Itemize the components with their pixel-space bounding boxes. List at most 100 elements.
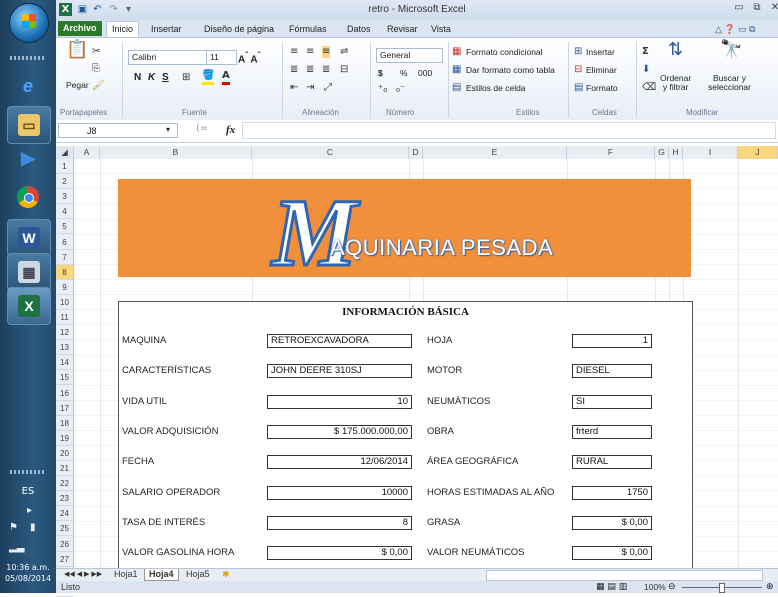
right-field-value[interactable]: DIESEL xyxy=(572,364,652,379)
align-center-icon[interactable]: ≣ xyxy=(306,64,314,76)
right-field-value[interactable]: RURAL xyxy=(572,455,652,470)
row-header[interactable]: 1 xyxy=(56,159,73,175)
sheet-tab-hoja5[interactable]: Hoja5 xyxy=(182,569,214,580)
row-header[interactable]: 12 xyxy=(56,325,73,341)
column-header[interactable]: G xyxy=(655,146,669,159)
right-field-value[interactable]: $ 0,00 xyxy=(572,515,652,530)
start-button[interactable] xyxy=(9,3,49,43)
increase-indent-icon[interactable]: ⇥ xyxy=(306,82,314,94)
right-field-value[interactable]: 1 xyxy=(572,334,652,348)
right-field-value[interactable]: 1750 xyxy=(572,485,652,500)
align-right-icon[interactable]: ≣ xyxy=(322,64,330,76)
right-field-value[interactable]: SI xyxy=(572,394,652,409)
left-field-value[interactable]: JOHN DEERE 310SJ xyxy=(267,364,412,379)
tab-vista[interactable]: Vista xyxy=(426,22,456,36)
row-header[interactable]: 22 xyxy=(56,476,73,492)
tab-revisar[interactable]: Revisar xyxy=(382,22,423,36)
restore-icon[interactable]: ⧉ xyxy=(750,2,764,16)
row-header[interactable]: 14 xyxy=(56,355,73,371)
find-select-button[interactable]: Buscar y seleccionar xyxy=(708,74,751,92)
minimize-icon[interactable]: ▭ xyxy=(732,2,746,16)
taskbar-calculator-app[interactable]: ▦ xyxy=(7,253,51,291)
sort-filter-button[interactable]: Ordenar y filtrar xyxy=(660,74,691,92)
zoom-out-icon[interactable]: ⊖ xyxy=(668,582,676,592)
row-header[interactable]: 16 xyxy=(56,386,73,401)
row-header[interactable]: 2 xyxy=(56,174,73,190)
taskbar-word-app[interactable]: W xyxy=(7,219,51,257)
right-field-value[interactable]: $ 0,00 xyxy=(572,546,652,561)
horizontal-scrollbar[interactable] xyxy=(486,570,763,581)
internet-explorer-icon[interactable]: e xyxy=(13,73,43,99)
tab-archivo[interactable]: Archivo xyxy=(58,21,102,36)
cancel-entry-icon[interactable]: (= xyxy=(196,123,208,134)
row-header[interactable]: 23 xyxy=(56,491,73,507)
clear-icon[interactable]: ⌫ xyxy=(642,82,656,94)
column-header[interactable]: C xyxy=(252,146,409,159)
chrome-icon[interactable] xyxy=(13,184,43,210)
column-header[interactable]: E xyxy=(423,146,567,159)
font-size-combo[interactable]: 11 xyxy=(206,50,237,65)
cut-icon[interactable]: ✂ xyxy=(92,46,100,58)
row-header[interactable]: 17 xyxy=(56,401,73,416)
left-field-value[interactable]: 12/06/2014 xyxy=(267,455,412,470)
fill-icon[interactable]: ⬇ xyxy=(642,64,650,76)
row-header[interactable]: 4 xyxy=(56,204,73,220)
left-field-value[interactable]: 10000 xyxy=(267,485,412,500)
row-header[interactable]: 8 xyxy=(56,264,73,280)
row-header[interactable]: 9 xyxy=(56,280,73,295)
zoom-in-icon[interactable]: ⊕ xyxy=(766,582,774,592)
orientation-icon[interactable]: ⤢ xyxy=(324,82,332,94)
worksheet-grid[interactable]: M AQUINARIA PESADA INFORMACIÓN BÁSICA MA… xyxy=(74,159,778,568)
insert-cells-button[interactable]: Insertar xyxy=(586,47,615,57)
row-header[interactable]: 11 xyxy=(56,310,73,326)
battery-icon[interactable]: ▮ xyxy=(30,522,36,533)
column-header[interactable]: I xyxy=(683,146,738,159)
column-header[interactable]: A xyxy=(74,146,100,159)
tab-diseno-pagina[interactable]: Diseño de página xyxy=(199,22,279,36)
row-header[interactable]: 27 xyxy=(56,552,73,567)
insert-function-button[interactable]: fx xyxy=(226,124,235,136)
align-top-icon[interactable]: ≡ xyxy=(290,46,298,58)
fill-color-icon[interactable]: 🪣 xyxy=(202,70,215,85)
column-header-selected[interactable]: J xyxy=(738,146,778,159)
increase-decimal-icon[interactable]: ⁺₀ xyxy=(378,84,387,96)
merge-center-icon[interactable]: ⊟ xyxy=(340,64,348,76)
align-middle-icon[interactable]: ≡ xyxy=(306,46,314,58)
column-header[interactable]: F xyxy=(567,146,655,159)
select-all-corner[interactable]: ◢ xyxy=(56,146,74,159)
row-header[interactable]: 5 xyxy=(56,219,73,235)
column-header[interactable]: B xyxy=(100,146,252,159)
row-header[interactable]: 19 xyxy=(56,431,73,446)
row-header[interactable]: 25 xyxy=(56,521,73,537)
name-box[interactable]: J8 xyxy=(58,123,178,138)
paste-icon[interactable]: 📋 xyxy=(66,41,88,68)
left-field-value[interactable]: $ 0,00 xyxy=(267,546,412,561)
clock[interactable]: 10:36 a.m. 05/08/2014 xyxy=(0,562,56,584)
row-header[interactable]: 7 xyxy=(56,250,73,265)
left-field-value[interactable]: RETROEXCAVADORA xyxy=(267,334,412,348)
taskbar-explorer-app[interactable]: ▭ xyxy=(7,106,51,144)
conditional-format-button[interactable]: Formato condicional xyxy=(466,47,543,57)
format-painter-icon[interactable]: 🖌 xyxy=(92,80,105,92)
decrease-decimal-icon[interactable]: ₀⁻ xyxy=(396,84,405,96)
row-header[interactable]: 20 xyxy=(56,446,73,461)
number-format-combo[interactable]: General xyxy=(376,48,443,63)
percent-button[interactable]: % xyxy=(400,68,408,78)
paste-button[interactable]: Pegar xyxy=(66,80,89,90)
right-field-value[interactable]: frterd xyxy=(572,424,652,439)
wrap-text-icon[interactable]: ⇌ xyxy=(340,46,348,58)
new-sheet-icon[interactable]: ✱ xyxy=(218,569,234,580)
format-as-table-button[interactable]: Dar formato como tabla xyxy=(466,65,555,75)
thousands-button[interactable]: 000 xyxy=(418,68,432,78)
row-header[interactable]: 10 xyxy=(56,295,73,310)
cell-styles-button[interactable]: Estilos de celda xyxy=(466,83,526,93)
row-header[interactable]: 6 xyxy=(56,235,73,250)
help-icon[interactable]: △ ❓ ▭ ⧉ xyxy=(710,22,761,36)
left-field-value[interactable]: $ 175.000.000,00 xyxy=(267,424,412,439)
sheet-tab-hoja1[interactable]: Hoja1 xyxy=(110,569,142,580)
font-name-combo[interactable]: Calibri xyxy=(128,50,207,65)
row-header[interactable]: 24 xyxy=(56,506,73,522)
left-field-value[interactable]: 8 xyxy=(267,515,412,530)
tab-formulas[interactable]: Fórmulas xyxy=(284,22,332,36)
formula-input[interactable] xyxy=(242,122,776,139)
